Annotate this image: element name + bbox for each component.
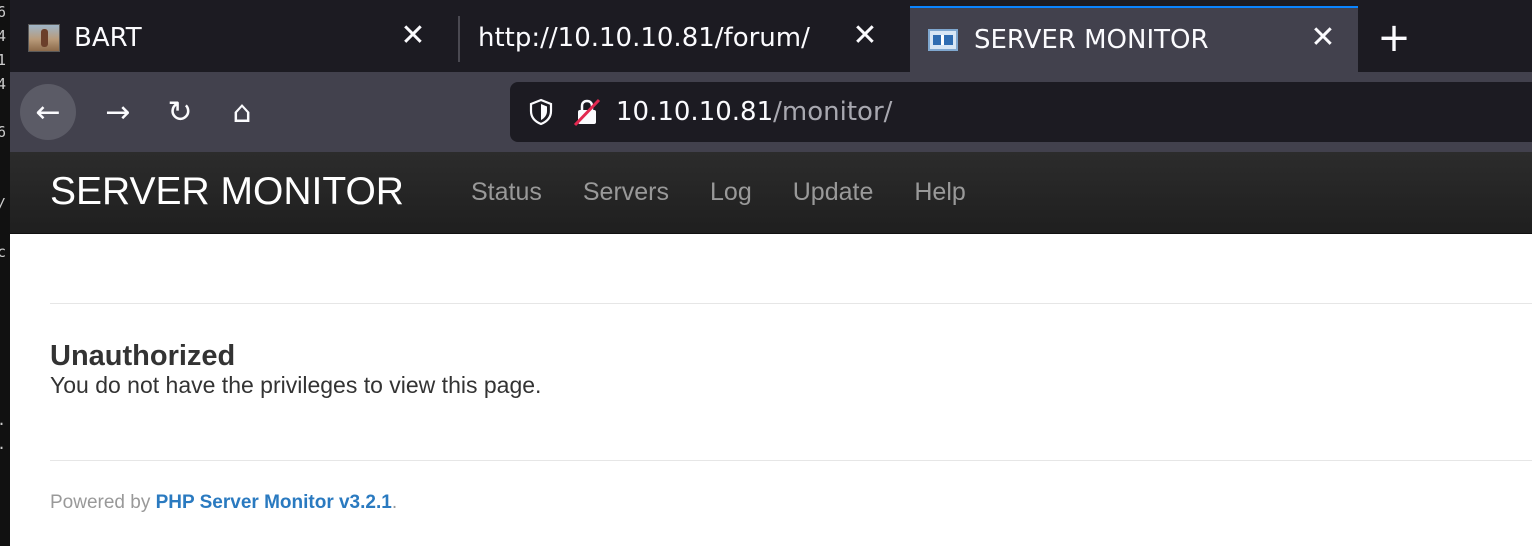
site-menu: Status Servers Log Update Help [471, 178, 1007, 207]
bart-favicon-icon [28, 24, 60, 52]
tab-title: SERVER MONITOR [974, 25, 1209, 55]
divider [50, 303, 1532, 304]
shield-icon[interactable] [528, 98, 554, 126]
terminal-strip: 6 4 1 4 6 / c .. [0, 0, 10, 546]
arrow-left-icon: ← [35, 94, 61, 130]
home-icon: ⌂ [232, 94, 252, 130]
navigation-toolbar: ← → ↻ ⌂ 10.10.10.81/monitor/ [10, 72, 1532, 152]
tab-title: BART [74, 23, 142, 53]
footer-link[interactable]: PHP Server Monitor v3.2.1 [156, 492, 392, 513]
terminal-line: 4 [0, 27, 7, 45]
footer: Powered by PHP Server Monitor v3.2.1. [50, 492, 397, 514]
menu-item-servers[interactable]: Servers [583, 178, 669, 207]
menu-item-help[interactable]: Help [914, 178, 965, 207]
tab-forum[interactable]: http://10.10.10.81/forum/ ✕ [460, 6, 900, 70]
new-tab-button[interactable]: + [1374, 18, 1414, 58]
tab-bart[interactable]: BART ✕ [10, 6, 448, 70]
page-content: SERVER MONITOR Status Servers Log Update… [10, 152, 1532, 546]
url-text[interactable]: 10.10.10.81/monitor/ [616, 97, 892, 127]
terminal-line: 6 [0, 123, 7, 141]
menu-item-update[interactable]: Update [793, 178, 874, 207]
close-icon[interactable]: ✕ [850, 21, 880, 51]
arrow-right-icon: → [105, 94, 131, 130]
error-message: You do not have the privileges to view t… [50, 372, 542, 398]
terminal-line: . [0, 408, 10, 432]
terminal-line: / [0, 192, 10, 216]
menu-item-log[interactable]: Log [710, 178, 752, 207]
footer-prefix: Powered by [50, 492, 156, 513]
error-title: Unauthorized [50, 340, 236, 372]
footer-suffix: . [391, 492, 398, 513]
site-brand[interactable]: SERVER MONITOR [50, 170, 404, 214]
terminal-line: . [0, 432, 10, 456]
insecure-lock-icon[interactable] [572, 97, 602, 127]
tab-bar: BART ✕ http://10.10.10.81/forum/ ✕ SERVE… [10, 0, 1532, 72]
browser-window: BART ✕ http://10.10.10.81/forum/ ✕ SERVE… [10, 0, 1532, 546]
terminal-line: 1 [0, 51, 7, 69]
home-button[interactable]: ⌂ [214, 84, 270, 140]
forward-button[interactable]: → [90, 84, 146, 140]
reload-icon: ↻ [167, 94, 193, 130]
close-icon[interactable]: ✕ [398, 21, 428, 51]
server-monitor-favicon-icon [928, 29, 958, 51]
close-icon[interactable]: ✕ [1308, 23, 1338, 53]
tab-server-monitor[interactable]: SERVER MONITOR ✕ [910, 6, 1358, 72]
tab-title: http://10.10.10.81/forum/ [478, 23, 810, 53]
address-bar[interactable]: 10.10.10.81/monitor/ [510, 82, 1532, 142]
menu-item-status[interactable]: Status [471, 178, 542, 207]
back-button[interactable]: ← [20, 84, 76, 140]
url-host: 10.10.10.81 [616, 97, 774, 127]
terminal-line: c [0, 243, 7, 261]
divider [50, 460, 1532, 461]
site-navbar: SERVER MONITOR Status Servers Log Update… [10, 152, 1532, 234]
terminal-line: 6 [0, 3, 7, 21]
terminal-line: 4 [0, 75, 7, 93]
reload-button[interactable]: ↻ [152, 84, 208, 140]
url-path: /monitor/ [773, 97, 893, 127]
